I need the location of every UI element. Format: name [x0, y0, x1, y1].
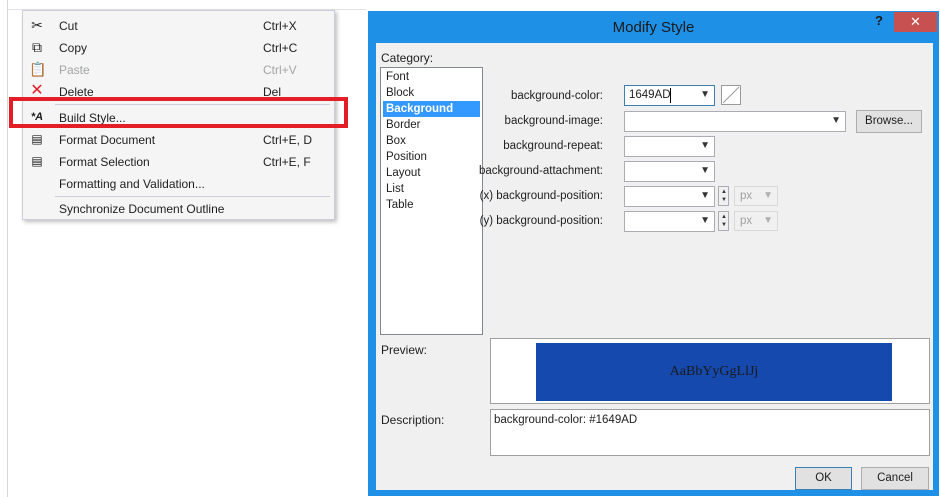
x-background-position-combo[interactable]: ▼	[624, 186, 715, 207]
background-image-combo[interactable]: ▼	[624, 111, 846, 132]
menu-item-formatting-validation[interactable]: Formatting and Validation...	[23, 173, 334, 195]
chevron-down-icon: ▼	[700, 165, 710, 176]
no-color-swatch-icon	[722, 86, 740, 104]
menu-shortcut: Ctrl+X	[263, 19, 297, 33]
background-color-label: background-color:	[510, 90, 603, 102]
chevron-down-icon: ▼	[700, 190, 710, 201]
menu-shortcut: Ctrl+C	[263, 41, 298, 55]
editor-pane: ✂ Cut Ctrl+X ⧉ Copy Ctrl+C 📋 Paste Ctrl+…	[0, 0, 368, 497]
x-position-unit-combo[interactable]: px ▼	[734, 186, 778, 206]
description-label: Description:	[381, 413, 445, 427]
highlight-annotation-box	[9, 97, 348, 128]
background-attachment-combo[interactable]: ▼	[624, 161, 715, 182]
menu-item-synchronize-outline[interactable]: Synchronize Document Outline	[23, 198, 334, 220]
background-color-combo[interactable]: 1649AD ▼	[624, 85, 715, 106]
cancel-button[interactable]: Cancel	[861, 467, 929, 490]
menu-item-copy[interactable]: ⧉ Copy Ctrl+C	[23, 37, 334, 59]
menu-shortcut: Ctrl+E, F	[263, 155, 311, 169]
color-picker-button[interactable]	[721, 85, 741, 105]
category-label: Category:	[381, 51, 434, 65]
editor-left-border	[7, 0, 8, 497]
chevron-down-icon: ▼	[700, 140, 710, 151]
menu-shortcut: Ctrl+E, D	[263, 133, 313, 147]
ok-button[interactable]: OK	[795, 467, 852, 490]
menu-item-cut[interactable]: ✂ Cut Ctrl+X	[23, 15, 334, 37]
menu-item-format-document[interactable]: ▤ Format Document Ctrl+E, D	[23, 129, 334, 151]
modify-style-dialog: Modify Style ? ✕ Category: Font Block Ba…	[368, 11, 939, 496]
background-repeat-combo[interactable]: ▼	[624, 136, 715, 157]
help-button[interactable]: ?	[870, 13, 888, 31]
menu-label: Paste	[59, 63, 90, 77]
format-document-icon: ▤	[31, 132, 43, 146]
dialog-title: Modify Style	[612, 19, 695, 36]
dialog-title-bar[interactable]: Modify Style ? ✕	[368, 11, 939, 43]
spin-down-icon: ▼	[721, 197, 727, 203]
unit-value: px	[740, 215, 753, 227]
chevron-down-icon: ▼	[763, 215, 773, 226]
copy-icon: ⧉	[32, 39, 42, 55]
scissors-icon: ✂	[31, 17, 43, 33]
preview-label: Preview:	[381, 343, 428, 357]
menu-separator	[55, 196, 330, 197]
chevron-down-icon: ▼	[763, 190, 773, 201]
description-box: background-color: #1649AD	[490, 409, 930, 456]
y-position-unit-combo[interactable]: px ▼	[734, 211, 778, 231]
menu-label: Copy	[59, 41, 88, 55]
menu-label: Format Document	[59, 133, 156, 147]
x-position-spinner[interactable]: ▲ ▼	[718, 186, 729, 206]
y-position-spinner[interactable]: ▲ ▼	[718, 211, 729, 231]
paste-icon: 📋	[29, 61, 47, 77]
spin-up-icon: ▲	[721, 189, 727, 195]
background-color-value: 1649AD	[629, 89, 671, 101]
preview-box: AaBbYyGgLlJj	[490, 338, 930, 404]
chevron-down-icon: ▼	[831, 115, 841, 126]
menu-shortcut: Ctrl+V	[263, 63, 297, 77]
y-background-position-label: (y) background-position:	[479, 215, 603, 227]
format-selection-icon: ▤	[31, 154, 43, 168]
menu-item-paste[interactable]: 📋 Paste Ctrl+V	[23, 59, 334, 81]
background-repeat-label: background-repeat:	[503, 140, 603, 152]
background-attachment-label: background-attachment:	[478, 165, 603, 177]
spin-up-icon: ▲	[721, 214, 727, 220]
chevron-down-icon: ▼	[700, 89, 710, 100]
dialog-body: Category: Font Block Background Border B…	[376, 43, 933, 490]
menu-label: Format Selection	[59, 155, 150, 169]
background-image-label: background-image:	[504, 115, 603, 127]
menu-label: Cut	[59, 19, 78, 33]
preview-sample-text: AaBbYyGgLlJj	[536, 343, 892, 401]
menu-label: Synchronize Document Outline	[59, 202, 225, 216]
x-background-position-label: (x) background-position:	[479, 190, 603, 202]
spin-down-icon: ▼	[721, 222, 727, 228]
chevron-down-icon: ▼	[700, 215, 710, 226]
text-caret	[670, 88, 671, 103]
browse-button[interactable]: Browse...	[856, 110, 922, 133]
menu-item-format-selection[interactable]: ▤ Format Selection Ctrl+E, F	[23, 151, 334, 173]
unit-value: px	[740, 190, 753, 202]
description-text: background-color: #1649AD	[494, 414, 638, 426]
close-button[interactable]: ✕	[894, 12, 937, 32]
menu-label: Formatting and Validation...	[59, 177, 205, 191]
y-background-position-combo[interactable]: ▼	[624, 211, 715, 232]
category-item-font[interactable]: Font	[383, 69, 480, 85]
